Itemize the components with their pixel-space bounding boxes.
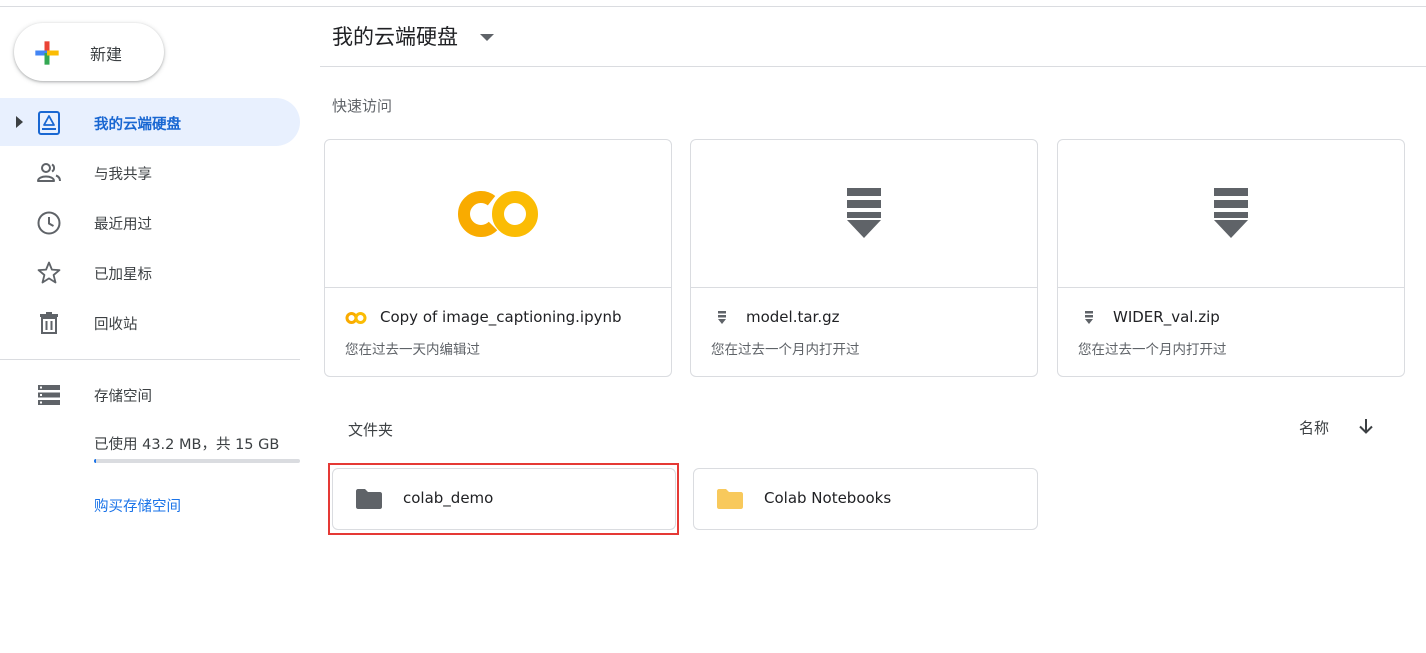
sidebar-item-label: 已加星标 <box>94 267 152 283</box>
card-preview <box>325 140 671 288</box>
clock-icon <box>37 211 61 235</box>
file-name: model.tar.gz <box>746 308 840 326</box>
expand-caret-icon[interactable] <box>16 116 23 128</box>
file-name: WIDER_val.zip <box>1113 308 1220 326</box>
buy-storage-link[interactable]: 购买存储空间 <box>94 495 181 516</box>
folder-icon <box>717 489 743 509</box>
sidebar-item-shared[interactable]: 与我共享 <box>0 148 300 196</box>
file-activity: 您在过去一天内编辑过 <box>345 342 480 358</box>
card-preview <box>691 140 1037 288</box>
quick-access-card[interactable]: Copy of image_captioning.ipynb 您在过去一天内编辑… <box>324 139 672 377</box>
sidebar-divider <box>0 359 300 360</box>
folder-name: colab_demo <box>403 489 494 507</box>
colab-icon <box>345 312 367 324</box>
sidebar-item-my-drive[interactable]: 我的云端硬盘 <box>0 98 300 146</box>
quick-access-card[interactable]: model.tar.gz 您在过去一个月内打开过 <box>690 139 1038 377</box>
storage-icon <box>38 385 60 405</box>
sidebar-item-label: 回收站 <box>94 317 138 333</box>
archive-icon <box>1214 187 1248 238</box>
people-icon <box>37 163 61 182</box>
folder-icon <box>356 489 382 509</box>
archive-icon <box>1085 311 1093 324</box>
storage-usage-text: 已使用 43.2 MB，共 15 GB <box>94 437 280 453</box>
sidebar-item-storage[interactable]: 存储空间 <box>0 370 300 418</box>
storage-usage-bar <box>94 459 300 463</box>
storage-usage-fill <box>94 459 97 463</box>
sidebar-item-label: 最近用过 <box>94 217 152 233</box>
plus-icon <box>35 41 59 65</box>
file-name: Copy of image_captioning.ipynb <box>380 308 622 326</box>
quick-access-label: 快速访问 <box>332 97 393 115</box>
chevron-down-icon[interactable] <box>480 34 494 41</box>
page-header: 我的云端硬盘 <box>320 7 1426 67</box>
trash-icon <box>40 312 58 334</box>
storage-label: 存储空间 <box>94 389 152 405</box>
sidebar-item-trash[interactable]: 回收站 <box>0 298 300 346</box>
file-activity: 您在过去一个月内打开过 <box>1078 342 1227 358</box>
sidebar-item-label: 与我共享 <box>94 167 152 183</box>
folder-card-colab-notebooks[interactable]: Colab Notebooks <box>693 468 1038 530</box>
sidebar-item-starred[interactable]: 已加星标 <box>0 248 300 296</box>
sort-by-name-button[interactable]: 名称 <box>1299 417 1329 438</box>
card-preview <box>1058 140 1404 288</box>
new-button[interactable]: 新建 <box>14 23 164 81</box>
folders-label: 文件夹 <box>348 421 394 439</box>
folder-card-colab-demo[interactable]: colab_demo <box>332 468 676 530</box>
quick-access-card[interactable]: WIDER_val.zip 您在过去一个月内打开过 <box>1057 139 1405 377</box>
archive-icon <box>718 311 726 324</box>
new-button-label: 新建 <box>90 45 123 64</box>
arrow-down-icon[interactable] <box>1356 416 1376 436</box>
drive-icon <box>38 111 60 135</box>
star-icon <box>37 261 61 284</box>
sidebar-item-label: 我的云端硬盘 <box>94 117 181 133</box>
archive-icon <box>847 187 881 238</box>
file-activity: 您在过去一个月内打开过 <box>711 342 860 358</box>
main-content: 我的云端硬盘 快速访问 Copy of image_captioning.ipy… <box>320 7 1426 653</box>
folder-name: Colab Notebooks <box>764 489 892 507</box>
colab-icon <box>458 190 538 237</box>
sidebar-item-recent[interactable]: 最近用过 <box>0 198 300 246</box>
page-title[interactable]: 我的云端硬盘 <box>332 21 458 51</box>
sidebar: 新建 我的云端硬盘 与我共享 最近用过 已加星标 回收站 存储空间 已使用 43… <box>0 7 310 653</box>
